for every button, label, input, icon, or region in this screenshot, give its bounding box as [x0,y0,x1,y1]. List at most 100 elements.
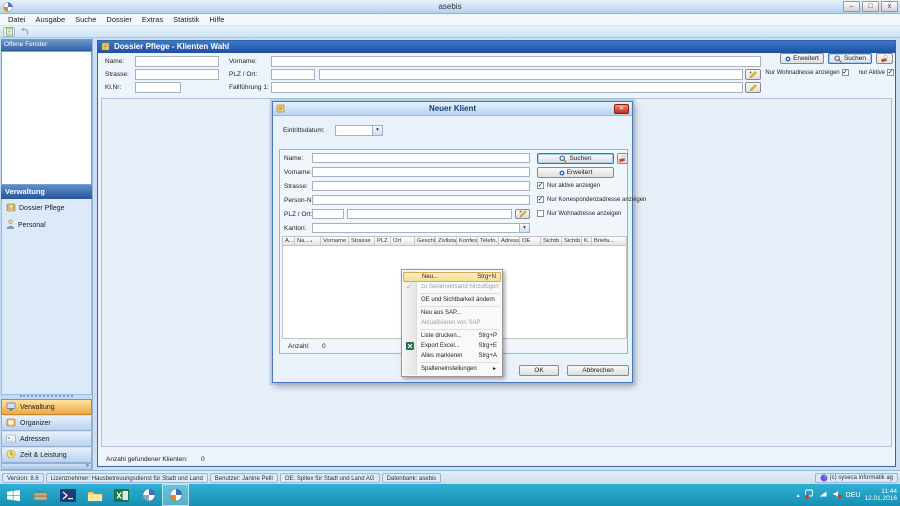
menu-dossier[interactable]: Dossier [101,15,136,24]
asebis-taskbar-icon-active[interactable] [162,484,189,506]
menu-item-alles-markieren[interactable]: Alles markieren Strg+A [403,351,501,361]
dlg-nur-aktive-checkbox[interactable]: ✓ Nur aktive anzeigen [537,182,600,189]
column-header[interactable]: Strasse [349,237,375,245]
column-header[interactable]: Telefo... [478,237,499,245]
erweitert-button[interactable]: Erweitert [780,53,824,64]
menu-item-neu-aus-sap[interactable]: Neu aus SAP... [403,308,501,318]
eintrittsdatum-value: . . [336,126,345,135]
dlg-strasse-input[interactable] [312,181,530,191]
column-header[interactable]: Vorname [321,237,349,245]
nav-zeit-leistung[interactable]: Zeit & Leistung [1,447,92,463]
open-windows-panel[interactable] [1,51,92,185]
clock[interactable]: 11:44 12.01.2016 [864,488,897,502]
check-icon: ✓ [406,283,412,291]
dlg-korrespondenz-checkbox[interactable]: ✓ Nur Korrespondenzadresse anzeigen [537,196,646,203]
ort-input[interactable] [319,69,743,80]
server-manager-icon[interactable] [27,484,54,506]
nav-organizer[interactable]: Organizer [1,415,92,431]
abbrechen-button[interactable]: Abbrechen [567,365,629,376]
column-header[interactable]: Sichtb... [541,237,562,245]
toolbar-back-icon[interactable] [18,27,30,37]
menu-statistik[interactable]: Statistik [168,15,204,24]
dlg-erweitert-button[interactable]: Erweitert [537,167,614,178]
nav-verwaltung[interactable]: Verwaltung [1,399,92,415]
suchen-button[interactable]: Suchen [828,53,872,64]
dlg-plz-edit-button[interactable] [515,209,530,219]
menu-item-spalteneinstellungen[interactable]: Spalteneinstellungen ► [403,364,501,374]
organizer-icon [6,418,16,429]
file-explorer-icon[interactable] [81,484,108,506]
column-header[interactable]: A... [283,237,295,245]
column-header-sorted[interactable]: Na...▴ [295,237,321,245]
dlg-kanton-combo[interactable]: ▾ [312,223,530,233]
powershell-icon[interactable] [54,484,81,506]
nav-adressen[interactable]: Adressen [1,431,92,447]
tray-expand-icon[interactable]: ▴ [797,492,800,499]
dialog-close-button[interactable]: ✕ [614,104,629,114]
column-header[interactable]: Adress... [499,237,520,245]
plz-input[interactable] [271,69,315,80]
name-input[interactable] [135,56,219,67]
menu-item-serienversand[interactable]: ✓ zu Serienversand hinzufügen [403,282,501,292]
dlg-clear-button[interactable] [617,153,628,164]
menu-extras[interactable]: Extras [137,15,168,24]
status-benutzer: Benutzer: Janine Pelli [210,473,278,483]
minimize-button[interactable]: – [843,1,860,12]
column-header[interactable]: Ort [391,237,415,245]
tray-flag-icon[interactable] [804,489,814,501]
sidebar-splitter[interactable] [20,395,73,397]
column-header[interactable]: Zivilsta... [436,237,457,245]
dlg-suchen-button[interactable]: Suchen [537,153,614,164]
start-button[interactable] [0,484,27,506]
menu-ausgabe[interactable]: Ausgabe [31,15,71,24]
toolbar-new-icon[interactable] [3,27,15,37]
menu-hilfe[interactable]: Hilfe [204,15,229,24]
column-header[interactable]: Briefa... [592,237,626,245]
chevron-down-icon[interactable]: ▾ [372,126,382,135]
column-header[interactable]: Geschl... [415,237,436,245]
eraser-icon [618,155,627,163]
klnr-input[interactable] [135,82,181,93]
column-header[interactable]: Konfes... [457,237,478,245]
ok-button[interactable]: OK [519,365,559,376]
clock-date: 12.01.2016 [864,495,897,502]
chevron-down-icon[interactable]: ▾ [519,224,529,232]
dlg-name-input[interactable] [312,153,530,163]
dlg-person-nr-input[interactable] [312,195,530,205]
dlg-plz-input[interactable] [312,209,344,219]
menu-datei[interactable]: Datei [3,15,31,24]
close-button[interactable]: x [881,1,898,12]
dlg-ort-input[interactable] [347,209,512,219]
nav-overflow-button[interactable]: » [1,463,92,470]
column-header[interactable]: OE [520,237,541,245]
dlg-wohnadresse-checkbox[interactable]: Nur Wohnadresse anzeigen [537,210,621,217]
tray-network-icon[interactable] [818,489,828,501]
tray-volume-icon[interactable] [832,489,842,501]
eintrittsdatum-combo[interactable]: . . ▾ [335,125,383,136]
maximize-button[interactable]: □ [862,1,879,12]
column-header[interactable]: Sichtb... [562,237,582,245]
menu-suche[interactable]: Suche [70,15,101,24]
excel-taskbar-icon[interactable] [108,484,135,506]
strasse-input[interactable] [135,69,219,80]
dlg-vorname-input[interactable] [312,167,530,177]
menu-item-neu[interactable]: Neu... Strg+N [403,272,501,282]
menu-item-oe-sichtbarkeit[interactable]: OE und Sichtbarkeit ändern [403,295,501,305]
nur-aktive-checkbox[interactable]: nur Aktive ✓ [859,69,894,76]
menu-item-export-excel[interactable]: Export Excel... Strg+E [403,341,501,351]
clear-button[interactable] [876,53,893,64]
sidebar-item-dossier-pflege[interactable]: Dossier Pflege [2,199,91,216]
result-table-header: A... Na...▴ Vorname Strasse PLZ Ort Gesc… [282,236,627,246]
wohnadresse-checkbox[interactable]: Nur Wohnadresse anzeigen ✓ [765,69,848,76]
menu-item-liste-drucken[interactable]: Liste drucken... Strg+P [403,331,501,341]
column-header[interactable]: PLZ [375,237,391,245]
fallfuehrung-input[interactable] [271,82,743,93]
fallfuehrung-edit-button[interactable] [745,82,761,93]
ok-label: OK [534,367,543,374]
asebis-taskbar-icon[interactable] [135,484,162,506]
vorname-input[interactable] [271,56,761,67]
column-header[interactable]: K... [582,237,592,245]
sidebar-item-personal[interactable]: Personal [2,216,91,233]
menu-item-aktualisieren-sap[interactable]: Aktualisieren von SAP [403,318,501,328]
language-indicator[interactable]: DEU [846,492,861,499]
